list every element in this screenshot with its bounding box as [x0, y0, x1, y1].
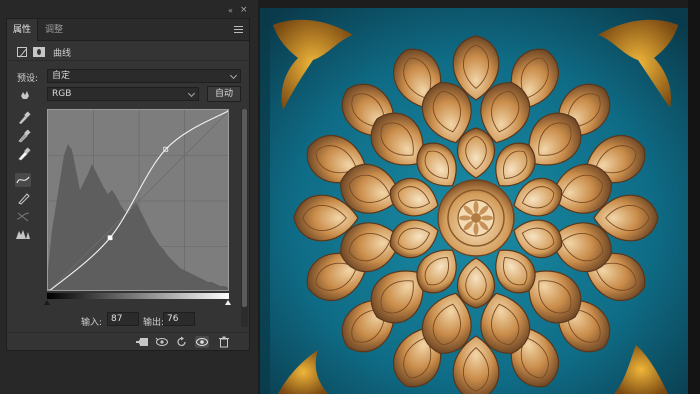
- tab-adjustments[interactable]: 调整: [39, 19, 69, 41]
- chevron-down-icon: [229, 71, 238, 80]
- hand-icon[interactable]: [19, 90, 31, 100]
- curves-icon[interactable]: [17, 47, 28, 58]
- visibility-eye-icon[interactable]: [195, 336, 209, 348]
- chevron-down-icon: [187, 89, 196, 98]
- document-canvas[interactable]: [258, 0, 700, 394]
- channel-value: RGB: [52, 89, 72, 99]
- lotus-relief-image: [258, 0, 700, 394]
- close-icon[interactable]: ×: [240, 5, 248, 15]
- auto-button[interactable]: 自动: [207, 86, 241, 102]
- output-value-field[interactable]: 76: [163, 312, 195, 326]
- clipping-warning-icon[interactable]: [15, 227, 31, 241]
- properties-panel: 属性 调整 曲线 预设: 自定 RGB 自动 输入: 87 输出: 76: [6, 18, 250, 351]
- panel-bottom-toolbar: [7, 332, 249, 350]
- output-label: 输出:: [143, 318, 165, 328]
- sample-black-eyedropper-icon[interactable]: [15, 111, 31, 125]
- layer-type-label: 曲线: [53, 49, 72, 59]
- pencil-icon[interactable]: [15, 191, 31, 205]
- scrollbar-thumb[interactable]: [242, 109, 247, 307]
- edit-points-icon[interactable]: [15, 173, 31, 187]
- smooth-icon[interactable]: [15, 209, 31, 223]
- reset-icon[interactable]: [175, 336, 189, 348]
- tab-bar: 属性 调整: [7, 19, 249, 41]
- double-chevron-icon[interactable]: «: [228, 6, 233, 15]
- view-previous-icon[interactable]: [155, 336, 169, 348]
- sample-gray-eyedropper-icon[interactable]: [15, 129, 31, 143]
- input-value-field[interactable]: 87: [107, 312, 139, 326]
- menu-icon[interactable]: [234, 26, 243, 33]
- tab-properties[interactable]: 属性: [7, 19, 39, 41]
- curves-graph[interactable]: [47, 109, 229, 291]
- clip-to-layer-icon[interactable]: [135, 336, 149, 348]
- preset-select[interactable]: 自定: [47, 69, 241, 83]
- curve-control-point[interactable]: [48, 289, 51, 291]
- white-point-slider[interactable]: [225, 300, 231, 305]
- histogram: [48, 144, 228, 290]
- preset-value: 自定: [52, 71, 71, 81]
- layer-type-row: 曲线: [7, 41, 249, 61]
- sample-white-eyedropper-icon[interactable]: [15, 147, 31, 161]
- input-label: 输入:: [81, 318, 103, 328]
- preset-label: 预设:: [17, 74, 39, 84]
- trash-icon[interactable]: [217, 336, 231, 348]
- input-gradient-bar: [47, 293, 229, 299]
- panel-scrollbar[interactable]: [241, 109, 248, 327]
- black-point-slider[interactable]: [44, 300, 50, 305]
- mask-icon[interactable]: [33, 47, 45, 57]
- channel-select[interactable]: RGB: [47, 87, 199, 101]
- curve-control-point[interactable]: [227, 110, 229, 113]
- curve-control-point[interactable]: [107, 235, 113, 241]
